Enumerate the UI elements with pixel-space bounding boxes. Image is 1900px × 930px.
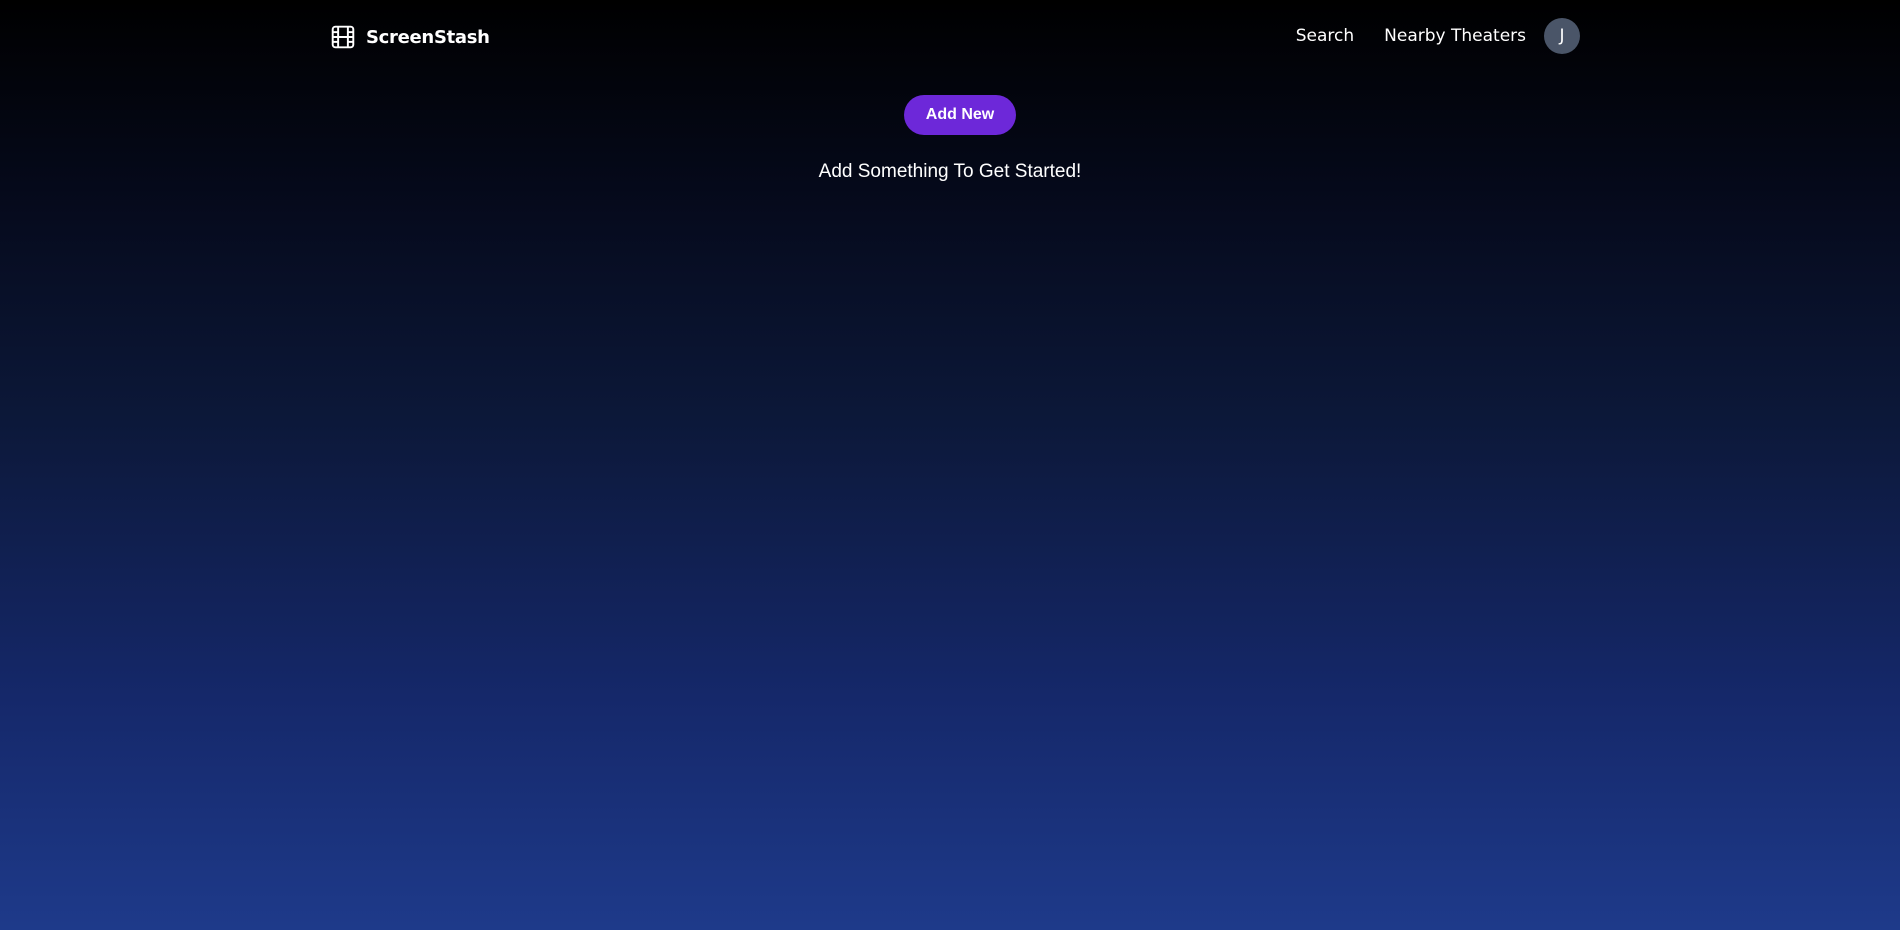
- brand-name: ScreenStash: [366, 26, 490, 48]
- nav-link-search[interactable]: Search: [1296, 18, 1354, 54]
- add-new-button[interactable]: Add New: [904, 95, 1016, 135]
- empty-state-message: Add Something To Get Started!: [818, 161, 1082, 182]
- film-icon: [331, 25, 355, 49]
- user-avatar[interactable]: J: [1544, 18, 1580, 54]
- brand-logo-link[interactable]: ScreenStash: [330, 24, 490, 50]
- nav-link-nearby-theaters[interactable]: Nearby Theaters: [1384, 18, 1526, 54]
- nav-menu: Search Nearby Theaters J: [1296, 18, 1580, 54]
- main-content: Add New Add Something To Get Started!: [0, 95, 1900, 183]
- top-navbar: ScreenStash Search Nearby Theaters J: [0, 0, 1900, 72]
- avatar-initial: J: [1559, 26, 1565, 46]
